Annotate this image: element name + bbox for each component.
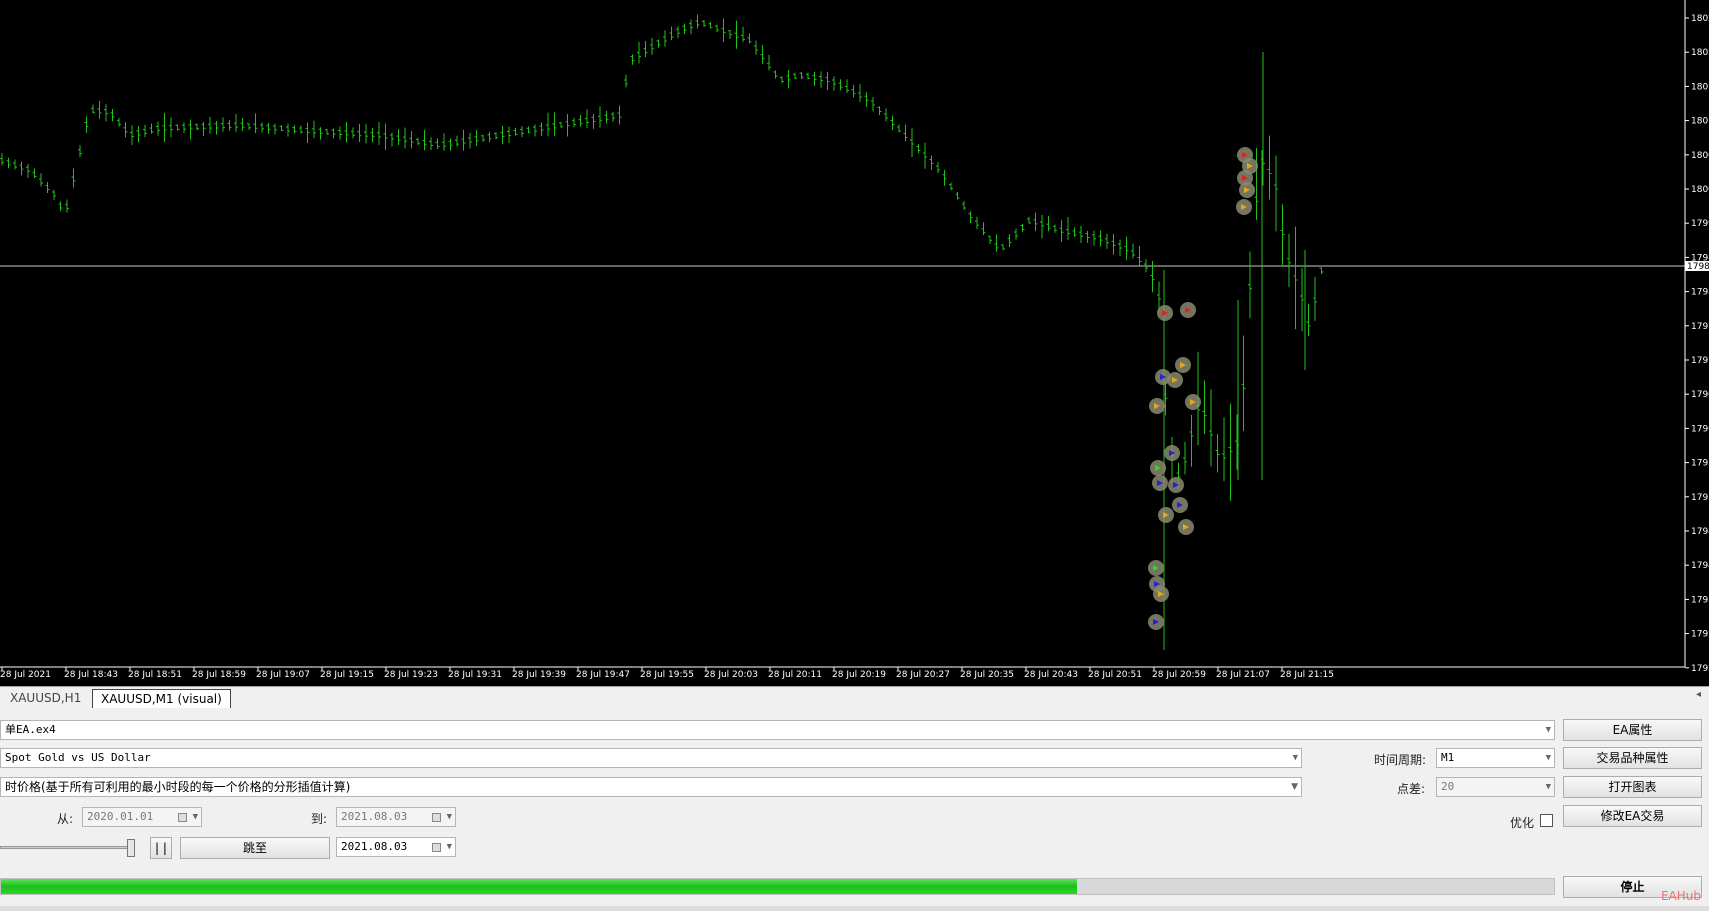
- strategy-tester-panel: 单EA.ex4 ▼ EA属性 Spot Gold vs US Dollar ▼ …: [0, 710, 1709, 911]
- time-tick-label: 28 Jul 19:39: [512, 670, 566, 680]
- model-value: 时价格(基于所有可利用的最小时段的每一个价格的分形插值计算): [5, 780, 351, 794]
- model-select[interactable]: 时价格(基于所有可利用的最小时段的每一个价格的分形插值计算) ▼: [0, 777, 1302, 797]
- expert-value: 单EA.ex4: [5, 723, 56, 736]
- spread-label: 点差:: [1397, 782, 1426, 796]
- chart-tabs: XAUUSD,H1 XAUUSD,M1 (visual) ◂: [0, 686, 1709, 711]
- time-tick-label: 28 Jul 20:19: [832, 670, 886, 680]
- price-tick-label: 1794: [1691, 527, 1709, 537]
- time-tick-label: 28 Jul 19:07: [256, 670, 310, 680]
- time-tick-label: 28 Jul 20:11: [768, 670, 822, 680]
- symbol-properties-button[interactable]: 交易品种属性: [1563, 747, 1702, 769]
- price-tick-label: 1793: [1691, 595, 1709, 605]
- price-tick-label: 1799: [1691, 219, 1709, 229]
- time-tick-label: 28 Jul 19:15: [320, 670, 374, 680]
- time-tick-label: 28 Jul 19:31: [448, 670, 502, 680]
- time-tick-label: 28 Jul 20:27: [896, 670, 950, 680]
- tab-scroll-arrow-icon[interactable]: ◂: [1696, 689, 1701, 700]
- calendar-icon: [432, 843, 441, 852]
- speed-slider-track[interactable]: [0, 846, 135, 849]
- watermark-logo: EAHub: [1660, 889, 1701, 903]
- expert-select[interactable]: 单EA.ex4 ▼: [0, 720, 1555, 740]
- speed-slider-thumb[interactable]: [127, 839, 135, 857]
- skip-to-date-value: 2021.08.03: [341, 840, 408, 853]
- time-tick-label: 28 Jul 21:07: [1216, 670, 1270, 680]
- symbol-select[interactable]: Spot Gold vs US Dollar ▼: [0, 748, 1302, 768]
- test-progress-bar: [0, 878, 1555, 895]
- price-tick-label: 1801: [1691, 82, 1709, 92]
- spread-select[interactable]: 20 ▼: [1436, 777, 1555, 797]
- time-tick-label: 28 Jul 19:47: [576, 670, 630, 680]
- period-value: M1: [1441, 751, 1455, 764]
- ea-properties-button[interactable]: EA属性: [1563, 719, 1702, 741]
- price-tick-label: 1796: [1691, 390, 1709, 400]
- chevron-down-icon: ▼: [446, 812, 452, 822]
- open-chart-button[interactable]: 打开图表: [1563, 776, 1702, 798]
- price-tick-label: 1798: [1691, 288, 1709, 298]
- modify-ea-button[interactable]: 修改EA交易: [1563, 805, 1702, 827]
- chevron-down-icon: ▼: [1545, 753, 1551, 763]
- tab-xauusd-h1[interactable]: XAUUSD,H1: [2, 689, 89, 707]
- chevron-down-icon: ▼: [192, 812, 198, 822]
- price-tick-label: 1801: [1691, 117, 1709, 127]
- spread-value: 20: [1441, 780, 1455, 793]
- tab-xauusd-m1-visual[interactable]: XAUUSD,M1 (visual): [92, 689, 231, 708]
- price-tick-label: 1797: [1691, 322, 1709, 332]
- calendar-icon: [432, 813, 441, 822]
- status-bar: [0, 906, 1709, 911]
- to-date-value: 2021.08.03: [341, 810, 408, 823]
- time-tick-label: 28 Jul 20:03: [704, 670, 758, 680]
- time-tick-label: 28 Jul 20:51: [1088, 670, 1142, 680]
- time-tick-label: 28 Jul 20:59: [1152, 670, 1206, 680]
- symbol-value: Spot Gold vs US Dollar: [5, 751, 151, 764]
- optimize-label: 优化: [1510, 816, 1535, 830]
- price-tick-label: 1797: [1691, 356, 1709, 366]
- time-tick-label: 28 Jul 18:59: [192, 670, 246, 680]
- from-date-input[interactable]: 2020.01.01 ▼: [82, 807, 202, 827]
- price-tick-label: 1796: [1691, 424, 1709, 434]
- time-tick-label: 28 Jul 18:43: [64, 670, 118, 680]
- from-label: 从:: [57, 812, 74, 826]
- to-label: 到:: [311, 812, 328, 826]
- progress-fill: [1, 879, 1078, 894]
- skip-to-date-input[interactable]: 2021.08.03 ▼: [336, 837, 456, 857]
- skip-to-button[interactable]: 跳至: [180, 837, 330, 859]
- from-date-value: 2020.01.01: [87, 810, 154, 823]
- period-label: 时间周期:: [1374, 753, 1427, 767]
- pause-button[interactable]: | |: [150, 837, 172, 859]
- time-tick-label: 28 Jul 20:35: [960, 670, 1014, 680]
- time-tick-label: 28 Jul 18:51: [128, 670, 182, 680]
- price-tick-label: 1792: [1691, 630, 1709, 640]
- price-tick-label: 1795: [1691, 459, 1709, 469]
- price-tick-label: 1802: [1691, 48, 1709, 58]
- chevron-down-icon: ▼: [1545, 725, 1551, 735]
- chevron-down-icon: ▼: [1545, 782, 1551, 792]
- current-price-label: 1798: [1687, 262, 1709, 272]
- time-tick-label: 28 Jul 21:15: [1280, 670, 1334, 680]
- chart-canvas[interactable]: 1802 1802 1801 1801 1800 1800 1799 1798 1798 1797…: [0, 0, 1709, 686]
- chevron-down-icon: ▼: [1292, 753, 1298, 763]
- time-tick-label: 28 Jul 19:55: [640, 670, 694, 680]
- price-tick-label: 1800: [1691, 185, 1709, 195]
- price-tick-label: 1802: [1691, 14, 1709, 24]
- calendar-icon: [178, 813, 187, 822]
- price-tick-label: 1792: [1691, 664, 1709, 674]
- price-tick-label: 1794: [1691, 561, 1709, 571]
- time-tick-label: 28 Jul 20:43: [1024, 670, 1078, 680]
- price-chart[interactable]: 1802 1802 1801 1801 1800 1800 1799 1798 1798 1797…: [0, 0, 1709, 686]
- time-tick-label: 28 Jul 19:23: [384, 670, 438, 680]
- to-date-input[interactable]: 2021.08.03 ▼: [336, 807, 456, 827]
- chevron-down-icon: ▼: [446, 842, 452, 852]
- time-tick-label: 28 Jul 2021: [0, 670, 51, 680]
- period-select[interactable]: M1 ▼: [1436, 748, 1555, 768]
- chevron-down-icon: ▼: [1291, 782, 1298, 792]
- optimize-checkbox[interactable]: [1540, 814, 1553, 827]
- price-tick-label: 1800: [1691, 151, 1709, 161]
- price-tick-label: 1795: [1691, 493, 1709, 503]
